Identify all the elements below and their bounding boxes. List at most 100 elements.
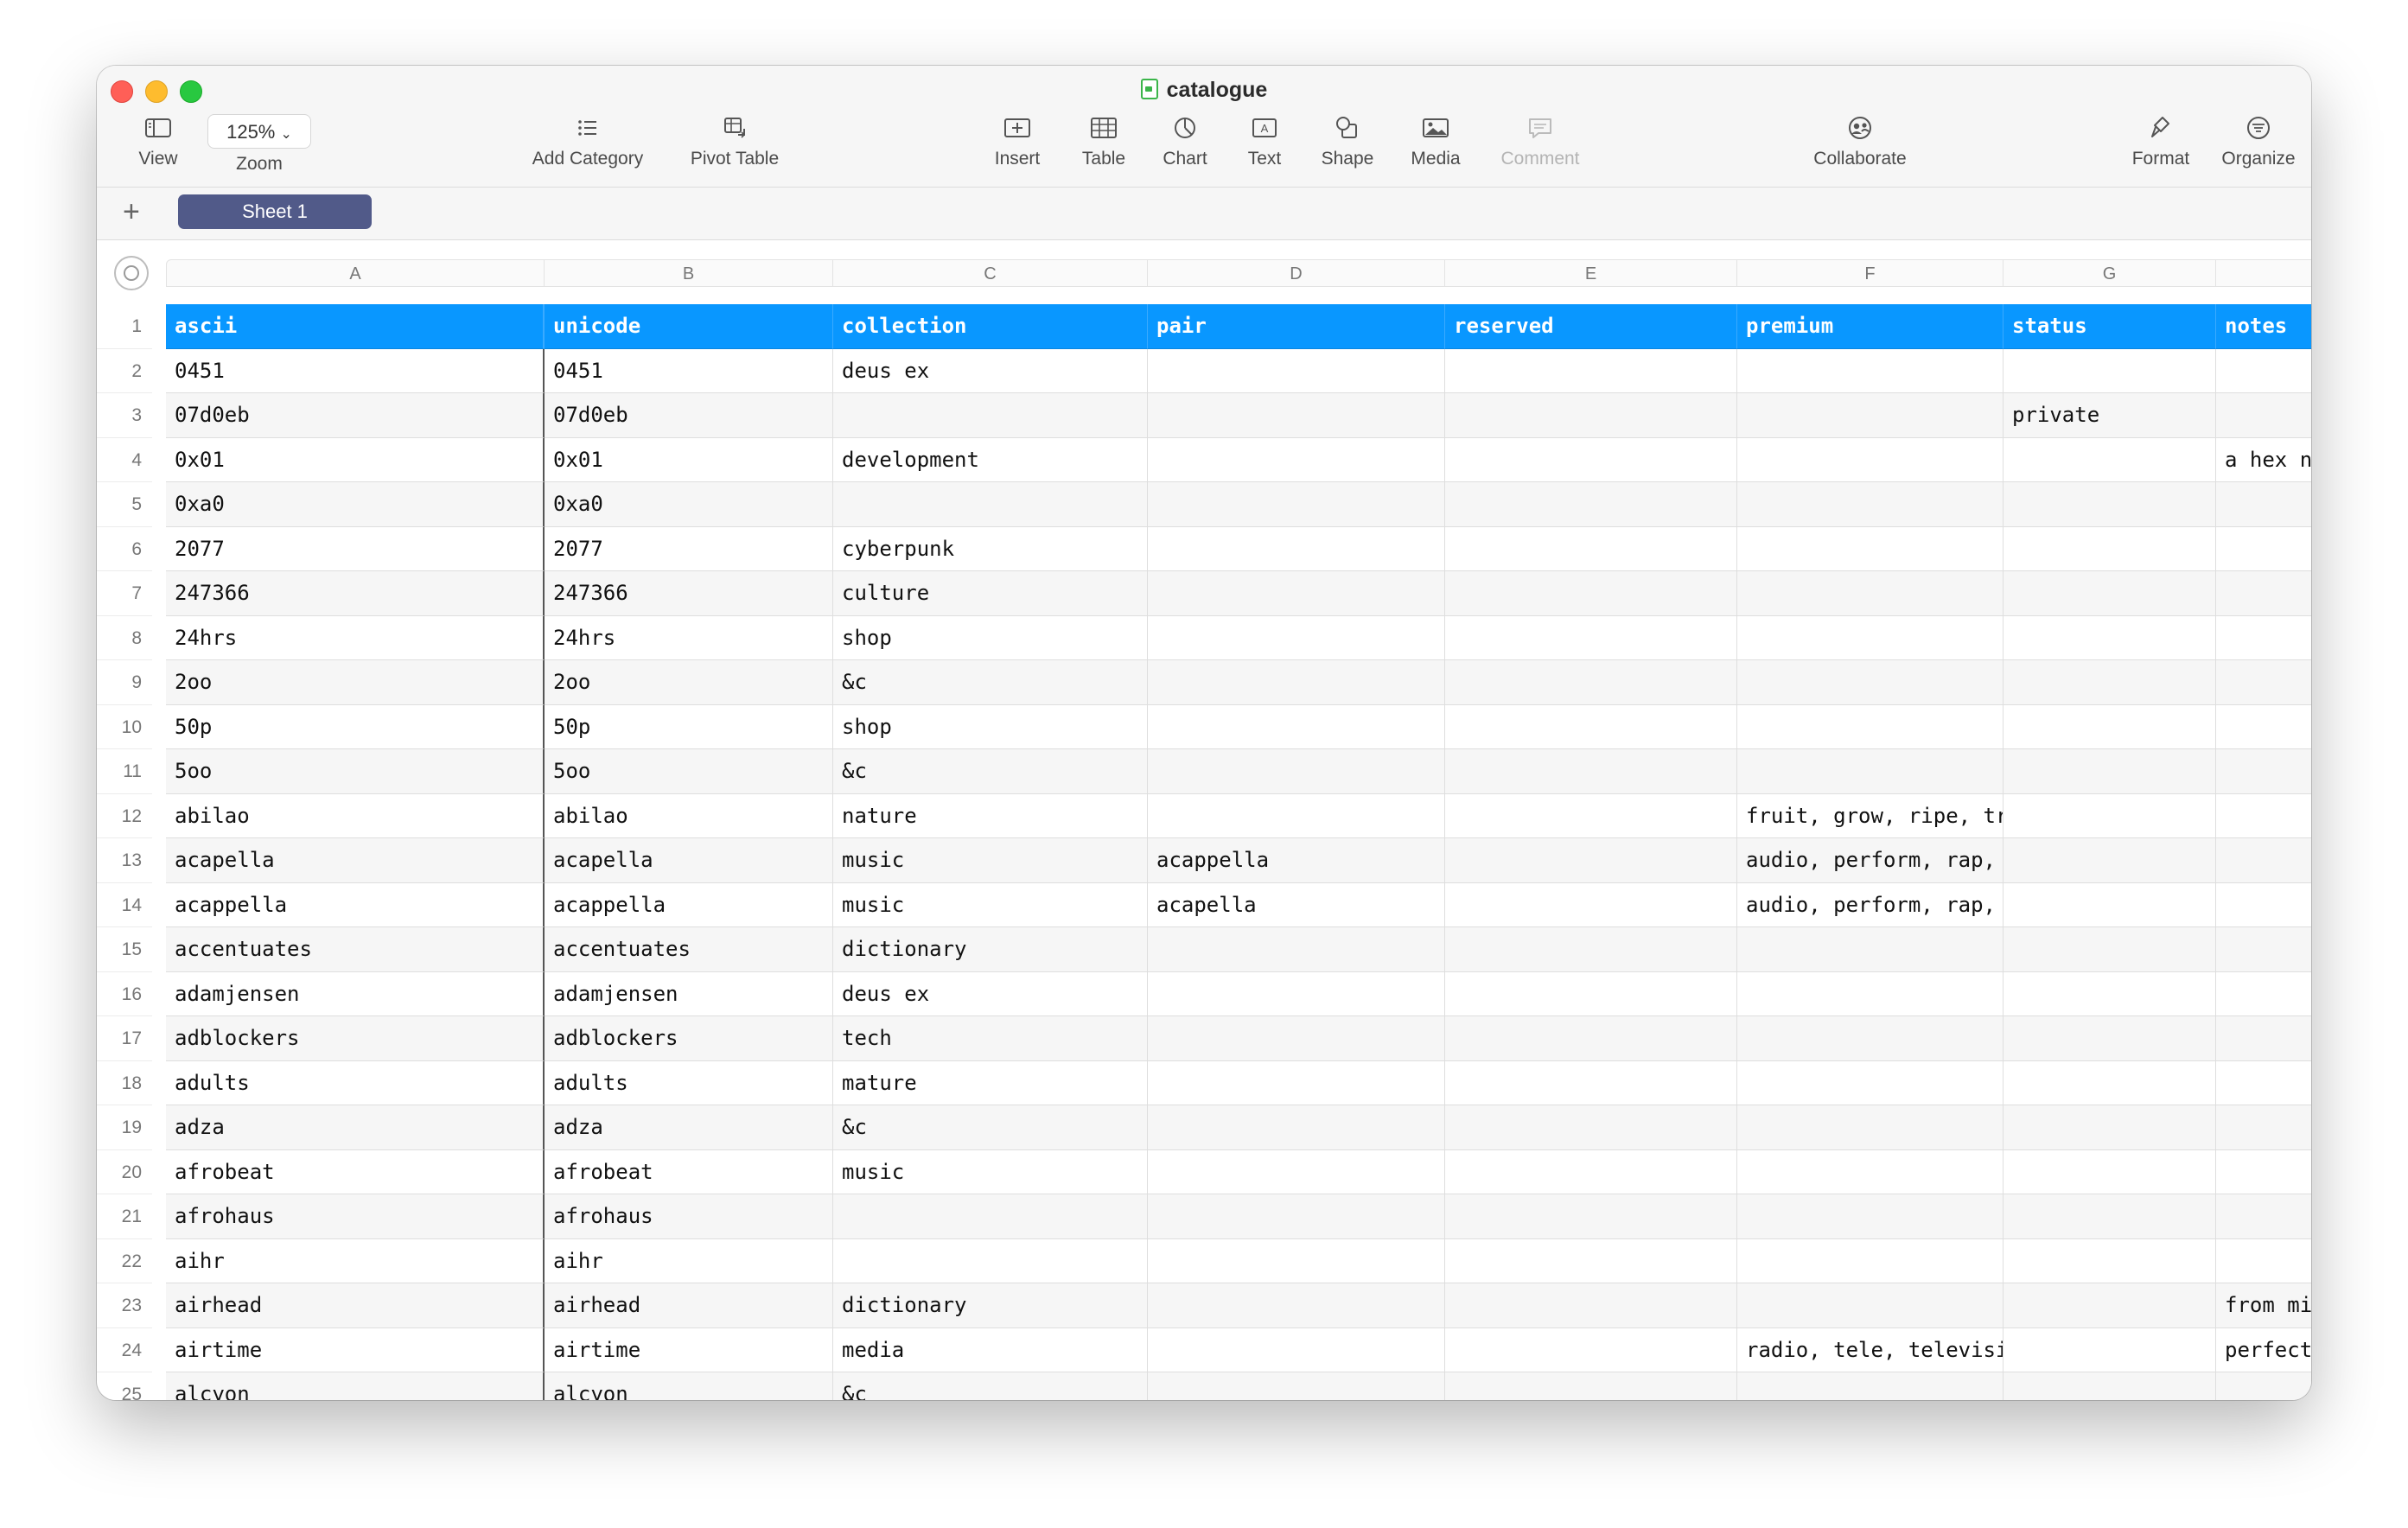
insert-button[interactable]: Insert bbox=[978, 114, 1056, 169]
row-header-20[interactable]: 20 bbox=[97, 1150, 152, 1194]
table-cell[interactable] bbox=[1737, 482, 2003, 527]
table-cell[interactable] bbox=[2216, 527, 2311, 571]
table-cell[interactable]: &c bbox=[833, 749, 1148, 794]
table-cell[interactable] bbox=[833, 1194, 1148, 1239]
table-cell[interactable]: acapella bbox=[166, 838, 545, 883]
table-cell[interactable] bbox=[1737, 704, 2003, 749]
table-cell[interactable] bbox=[2003, 1149, 2216, 1194]
table-cell[interactable] bbox=[1445, 571, 1737, 616]
column-header-g[interactable]: G bbox=[2003, 259, 2216, 287]
table-cell[interactable] bbox=[1148, 793, 1445, 838]
table-cell[interactable] bbox=[1148, 348, 1445, 393]
table-cell[interactable] bbox=[1445, 704, 1737, 749]
table-cell[interactable]: from mi bbox=[2216, 1283, 2311, 1328]
table-cell[interactable]: &c bbox=[833, 1372, 1148, 1400]
table-cell[interactable]: media bbox=[833, 1327, 1148, 1372]
table-cell[interactable]: afrohaus bbox=[166, 1194, 545, 1239]
table-cell[interactable]: alcyon bbox=[545, 1372, 833, 1400]
header-cell[interactable]: premium bbox=[1737, 304, 2003, 349]
table-cell[interactable]: adza bbox=[166, 1105, 545, 1150]
table-cell[interactable] bbox=[2003, 571, 2216, 616]
table-cell[interactable] bbox=[1445, 749, 1737, 794]
table-cell[interactable]: nature bbox=[833, 793, 1148, 838]
table-cell[interactable]: dictionary bbox=[833, 927, 1148, 972]
table-cell[interactable] bbox=[1148, 1194, 1445, 1239]
table-cell[interactable] bbox=[1445, 1238, 1737, 1283]
table-cell[interactable]: 2oo bbox=[166, 660, 545, 705]
table-cell[interactable] bbox=[1737, 1149, 2003, 1194]
table-cell[interactable] bbox=[1737, 1238, 2003, 1283]
table-cell[interactable]: private bbox=[2003, 393, 2216, 438]
row-header-8[interactable]: 8 bbox=[97, 616, 152, 660]
zoom-dropdown[interactable]: 125% ⌄ bbox=[207, 114, 311, 149]
table-cell[interactable]: shop bbox=[833, 615, 1148, 660]
table-cell[interactable] bbox=[2003, 1283, 2216, 1328]
table-cell[interactable] bbox=[2003, 1016, 2216, 1061]
table-cell[interactable] bbox=[2003, 660, 2216, 705]
table-cell[interactable] bbox=[2003, 348, 2216, 393]
table-cell[interactable]: abilao bbox=[166, 793, 545, 838]
row-header-13[interactable]: 13 bbox=[97, 838, 152, 883]
column-header-a[interactable]: A bbox=[166, 259, 545, 287]
table-cell[interactable] bbox=[1445, 1327, 1737, 1372]
table-cell[interactable] bbox=[2003, 882, 2216, 927]
table-cell[interactable] bbox=[1737, 571, 2003, 616]
row-header-18[interactable]: 18 bbox=[97, 1061, 152, 1105]
table-cell[interactable] bbox=[2216, 972, 2311, 1016]
table-cell[interactable] bbox=[1445, 838, 1737, 883]
table-cell[interactable]: culture bbox=[833, 571, 1148, 616]
table-cell[interactable] bbox=[1445, 660, 1737, 705]
table-cell[interactable]: dictionary bbox=[833, 1283, 1148, 1328]
table-cell[interactable] bbox=[2216, 749, 2311, 794]
table-cell[interactable] bbox=[1445, 1016, 1737, 1061]
table-cell[interactable]: music bbox=[833, 1149, 1148, 1194]
table-cell[interactable] bbox=[1737, 393, 2003, 438]
table-cell[interactable] bbox=[833, 1238, 1148, 1283]
table-cell[interactable] bbox=[1148, 1105, 1445, 1150]
table-cell[interactable]: 247366 bbox=[166, 571, 545, 616]
table-cell[interactable]: afrobeat bbox=[166, 1149, 545, 1194]
row-header-7[interactable]: 7 bbox=[97, 571, 152, 616]
table-cell[interactable] bbox=[2216, 794, 2311, 838]
header-cell[interactable]: notes bbox=[2216, 304, 2311, 349]
table-cell[interactable] bbox=[2003, 437, 2216, 482]
table-cell[interactable] bbox=[2216, 1239, 2311, 1283]
table-cell[interactable] bbox=[1148, 1149, 1445, 1194]
row-header-2[interactable]: 2 bbox=[97, 349, 152, 393]
table-cell[interactable] bbox=[1148, 971, 1445, 1016]
table-cell[interactable]: 0x01 bbox=[545, 437, 833, 482]
table-cell[interactable] bbox=[2003, 927, 2216, 972]
row-header-22[interactable]: 22 bbox=[97, 1239, 152, 1283]
table-cell[interactable]: adblockers bbox=[545, 1016, 833, 1061]
table-cell[interactable] bbox=[2003, 971, 2216, 1016]
table-cell[interactable] bbox=[1445, 437, 1737, 482]
view-button[interactable]: View bbox=[114, 114, 202, 169]
table-cell[interactable] bbox=[2003, 1060, 2216, 1105]
header-cell[interactable]: collection bbox=[833, 304, 1148, 349]
table-cell[interactable] bbox=[1445, 482, 1737, 527]
table-cell[interactable]: a hex n bbox=[2216, 438, 2311, 482]
table-cell[interactable] bbox=[1445, 1283, 1737, 1328]
table-cell[interactable]: adamjensen bbox=[545, 971, 833, 1016]
table-cell[interactable] bbox=[1737, 660, 2003, 705]
table-cell[interactable] bbox=[1148, 704, 1445, 749]
table-cell[interactable] bbox=[1148, 437, 1445, 482]
table-cell[interactable] bbox=[1737, 615, 2003, 660]
table-cell[interactable]: 0451 bbox=[545, 348, 833, 393]
table-cell[interactable]: shop bbox=[833, 704, 1148, 749]
row-header-9[interactable]: 9 bbox=[97, 660, 152, 705]
row-header-5[interactable]: 5 bbox=[97, 482, 152, 527]
row-header-12[interactable]: 12 bbox=[97, 794, 152, 838]
table-cell[interactable]: fruit, grow, ripe, tree bbox=[1737, 793, 2003, 838]
row-header-4[interactable]: 4 bbox=[97, 438, 152, 482]
table-cell[interactable] bbox=[1737, 1016, 2003, 1061]
table-cell[interactable]: accentuates bbox=[166, 927, 545, 972]
table-cell[interactable] bbox=[2216, 1016, 2311, 1061]
table-cell[interactable]: aihr bbox=[545, 1238, 833, 1283]
table-cell[interactable] bbox=[1148, 615, 1445, 660]
table-cell[interactable] bbox=[2003, 482, 2216, 527]
table-cell[interactable] bbox=[1737, 348, 2003, 393]
table-cell[interactable] bbox=[2216, 660, 2311, 705]
table-cell[interactable] bbox=[1445, 882, 1737, 927]
table-cell[interactable] bbox=[1737, 971, 2003, 1016]
